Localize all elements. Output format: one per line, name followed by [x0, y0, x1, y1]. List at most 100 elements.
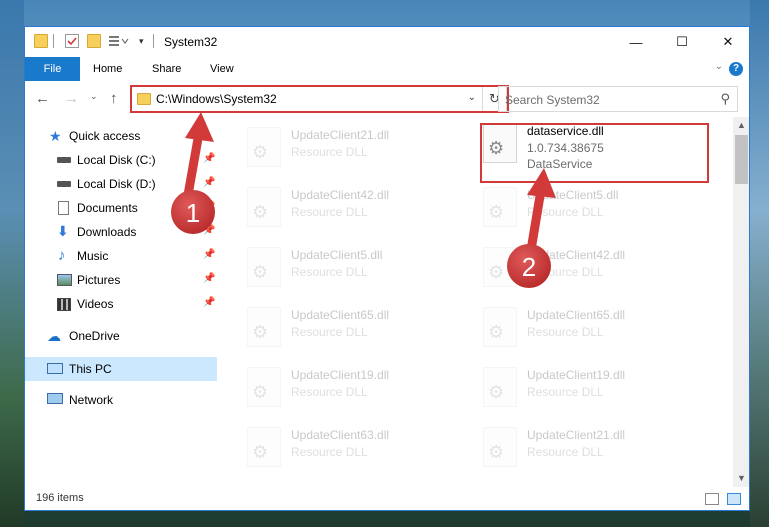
file-highlight-box [480, 123, 709, 183]
expand-ribbon-icon[interactable]: ⌄ [715, 61, 723, 72]
tab-file[interactable]: File [25, 57, 80, 81]
star-icon: ★ [49, 128, 62, 144]
dll-file-icon: ⚙ [247, 427, 281, 467]
scroll-down-icon[interactable]: ▼ [733, 470, 749, 487]
nav-item-onedrive[interactable]: ☁ OneDrive [25, 325, 217, 347]
ribbon-tabs: File Home Share View ⌄ ? [25, 57, 749, 81]
search-placeholder: Search System32 [505, 93, 600, 107]
details-view-icon[interactable] [705, 493, 719, 505]
navigation-pane: ★ Quick access Local Disk (C:) 📌 Local D… [25, 117, 217, 487]
pin-icon[interactable]: 📌 [203, 273, 215, 284]
address-highlight-box [130, 85, 509, 113]
tab-share[interactable]: Share [152, 57, 181, 81]
download-icon: ⬇ [57, 223, 69, 239]
nav-item-this-pc[interactable]: This PC [25, 357, 217, 381]
file-item[interactable]: ⚙ UpdateClient19.dll Resource DLL [217, 361, 447, 409]
up-arrow-icon[interactable]: ↑ [110, 90, 118, 107]
file-item[interactable]: ⚙ UpdateClient42.dll Resource DLL [217, 181, 447, 229]
status-bar: 196 items [25, 487, 749, 510]
dll-file-icon: ⚙ [483, 367, 517, 407]
nav-item-local-disk-c[interactable]: Local Disk (C:) 📌 [25, 149, 217, 171]
file-item[interactable]: ⚙ UpdateClient65.dll Resource DLL [453, 301, 683, 349]
gear-icon: ⚙ [252, 322, 269, 342]
dll-file-icon: ⚙ [247, 127, 281, 167]
pictures-icon [57, 274, 72, 286]
dll-file-icon: ⚙ [247, 307, 281, 347]
gear-icon: ⚙ [488, 322, 505, 342]
tab-view[interactable]: View [210, 57, 234, 81]
title-bar: ▾ System32 — ☐ ✕ [25, 27, 749, 57]
nav-item-videos[interactable]: Videos 📌 [25, 293, 217, 315]
file-item[interactable]: ⚙ UpdateClient21.dll Resource DLL [217, 121, 447, 169]
drive-icon [57, 157, 71, 163]
separator [153, 34, 154, 48]
pin-icon[interactable]: 📌 [203, 225, 215, 236]
close-button[interactable]: ✕ [705, 27, 749, 57]
file-item[interactable]: ⚙ UpdateClient63.dll Resource DLL [217, 421, 447, 469]
file-item[interactable]: ⚙ UpdateClient5.dll Resource DLL [453, 181, 683, 229]
nav-item-downloads[interactable]: ⬇ Downloads 📌 [25, 221, 217, 243]
qat-dropdown-icon[interactable]: ▾ [139, 36, 144, 47]
pin-icon[interactable]: 📌 [203, 297, 215, 308]
pin-icon[interactable]: 📌 [203, 201, 215, 212]
dll-file-icon: ⚙ [483, 187, 517, 227]
file-item[interactable]: ⚙ UpdateClient65.dll Resource DLL [217, 301, 447, 349]
file-item[interactable]: ⚙ UpdateClient19.dll Resource DLL [453, 361, 683, 409]
gear-icon: ⚙ [252, 382, 269, 402]
gear-icon: ⚙ [252, 442, 269, 462]
pin-icon[interactable]: 📌 [203, 177, 215, 188]
pin-icon[interactable]: 📌 [203, 249, 215, 260]
back-arrow-icon[interactable]: ← [35, 90, 50, 107]
item-count: 196 items [36, 492, 84, 504]
vertical-scrollbar[interactable]: ▲ ▼ [733, 117, 749, 487]
gear-icon: ⚙ [252, 262, 269, 282]
file-item[interactable]: ⚙ UpdateClient42.dll Resource DLL [453, 241, 683, 289]
search-icon[interactable]: ⚲ [720, 91, 730, 107]
recent-locations-icon[interactable]: ⌄ [90, 91, 98, 102]
gear-icon: ⚙ [488, 202, 505, 222]
file-item[interactable]: ⚙ UpdateClient21.dll Resource DLL [453, 421, 683, 469]
dll-file-icon: ⚙ [483, 427, 517, 467]
scroll-up-icon[interactable]: ▲ [733, 117, 749, 134]
nav-item-music[interactable]: ♪ Music 📌 [25, 245, 217, 267]
large-icons-view-icon[interactable] [727, 493, 741, 505]
gear-icon: ⚙ [488, 442, 505, 462]
tab-home[interactable]: Home [93, 57, 122, 81]
videos-icon [57, 298, 71, 311]
properties-icon[interactable] [65, 34, 79, 48]
drive-icon [57, 181, 71, 187]
search-input[interactable]: Search System32 ⚲ [498, 86, 738, 112]
network-icon [47, 393, 63, 404]
dll-file-icon: ⚙ [247, 367, 281, 407]
forward-arrow-icon[interactable]: → [64, 90, 79, 107]
scroll-thumb[interactable] [735, 135, 748, 184]
file-explorer-window: ▾ System32 — ☐ ✕ File Home Share View ⌄ … [24, 26, 750, 511]
nav-item-documents[interactable]: Documents 📌 [25, 197, 217, 219]
dll-file-icon: ⚙ [483, 307, 517, 347]
computer-icon [47, 363, 63, 374]
file-list: ⚙ UpdateClient21.dll Resource DLL ⚙ Upda… [217, 117, 733, 487]
new-folder-icon[interactable] [87, 34, 101, 48]
cloud-icon: ☁ [47, 328, 61, 344]
maximize-button[interactable]: ☐ [659, 27, 705, 57]
nav-item-pictures[interactable]: Pictures 📌 [25, 269, 217, 291]
documents-icon [58, 201, 69, 215]
folder-icon [34, 34, 48, 48]
pin-icon[interactable]: 📌 [203, 153, 215, 164]
dll-file-icon: ⚙ [247, 247, 281, 287]
nav-item-quick-access[interactable]: ★ Quick access [25, 125, 217, 147]
gear-icon: ⚙ [488, 382, 505, 402]
minimize-button[interactable]: — [613, 27, 659, 57]
music-icon: ♪ [58, 247, 66, 264]
file-item[interactable]: ⚙ UpdateClient5.dll Resource DLL [217, 241, 447, 289]
help-icon[interactable]: ? [729, 62, 743, 76]
desktop-background-right [750, 0, 769, 527]
gear-icon: ⚙ [252, 142, 269, 162]
dll-file-icon: ⚙ [247, 187, 281, 227]
gear-icon: ⚙ [252, 202, 269, 222]
separator [53, 34, 54, 48]
customize-toolbar-icon[interactable] [109, 35, 129, 49]
nav-item-local-disk-d[interactable]: Local Disk (D:) 📌 [25, 173, 217, 195]
gear-icon: ⚙ [488, 262, 505, 282]
nav-item-network[interactable]: Network [25, 389, 217, 411]
